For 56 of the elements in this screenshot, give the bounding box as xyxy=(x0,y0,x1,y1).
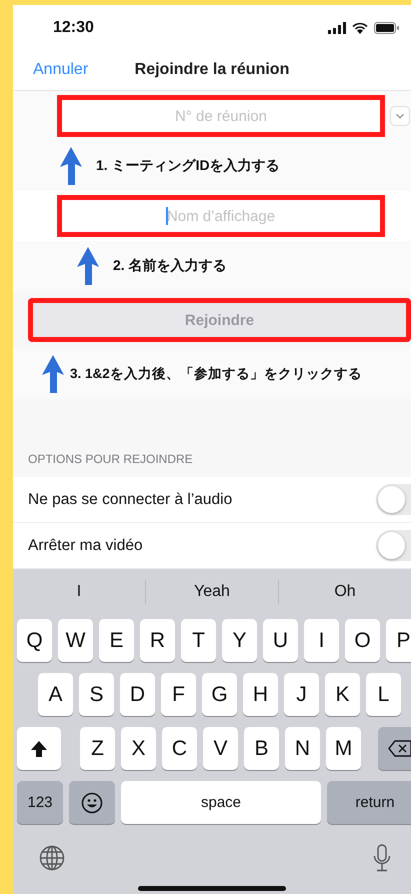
numbers-key[interactable]: 123 xyxy=(17,781,63,824)
key[interactable]: W xyxy=(58,619,93,662)
suggestion[interactable]: I xyxy=(13,582,145,602)
backspace-icon xyxy=(388,740,411,757)
return-key[interactable]: return xyxy=(327,781,411,824)
key[interactable]: H xyxy=(243,673,278,716)
suggestion[interactable]: Yeah xyxy=(146,582,278,602)
key[interactable]: D xyxy=(120,673,155,716)
key[interactable]: Y xyxy=(222,619,257,662)
signal-icon xyxy=(328,22,346,34)
wifi-icon xyxy=(352,22,368,34)
emoji-key[interactable] xyxy=(69,781,115,824)
section-header: OPTIONS POUR REJOINDRE xyxy=(28,452,193,466)
key[interactable]: G xyxy=(202,673,237,716)
arrow-icon xyxy=(42,355,64,393)
globe-icon[interactable] xyxy=(39,845,65,871)
backspace-key[interactable] xyxy=(378,727,411,770)
key[interactable]: M xyxy=(326,727,361,770)
key[interactable]: N xyxy=(285,727,320,770)
key[interactable]: I xyxy=(304,619,339,662)
key[interactable]: L xyxy=(366,673,401,716)
step-note: 3. 1&2を入力後、「参加する」をクリックする xyxy=(70,365,362,383)
option-label: Ne pas se connecter à l’audio xyxy=(28,490,232,508)
display-name-field[interactable]: Nom d’affichage xyxy=(57,195,385,237)
key[interactable]: V xyxy=(203,727,238,770)
key[interactable]: K xyxy=(325,673,360,716)
key[interactable]: B xyxy=(244,727,279,770)
key[interactable]: Q xyxy=(17,619,52,662)
key[interactable]: Z xyxy=(80,727,115,770)
key[interactable]: T xyxy=(181,619,216,662)
key[interactable]: F xyxy=(161,673,196,716)
key[interactable]: U xyxy=(263,619,298,662)
microphone-icon[interactable] xyxy=(373,844,391,872)
step-note: 2. 名前を入力する xyxy=(113,257,227,275)
key[interactable]: C xyxy=(162,727,197,770)
key[interactable]: X xyxy=(121,727,156,770)
key[interactable]: S xyxy=(79,673,114,716)
key[interactable]: O xyxy=(345,619,380,662)
smiley-icon xyxy=(81,792,103,814)
key[interactable]: J xyxy=(284,673,319,716)
shift-key[interactable] xyxy=(17,727,61,770)
key[interactable]: P xyxy=(386,619,411,662)
arrow-icon xyxy=(77,247,99,285)
key[interactable]: R xyxy=(140,619,175,662)
option-label: Arrêter ma vidéo xyxy=(28,536,143,554)
key[interactable]: A xyxy=(38,673,73,716)
battery-icon xyxy=(374,22,399,34)
screen-title: Rejoindre la réunion xyxy=(134,61,290,79)
arrow-icon xyxy=(60,147,82,185)
step-note: 1. ミーティングIDを入力する xyxy=(96,157,280,175)
meeting-id-field[interactable]: N° de réunion xyxy=(57,95,385,137)
key[interactable]: E xyxy=(99,619,134,662)
status-time: 12:30 xyxy=(53,18,94,36)
suggestion[interactable]: Oh xyxy=(279,582,411,602)
space-key[interactable]: space xyxy=(121,781,321,824)
shift-arrow-icon xyxy=(30,740,48,758)
